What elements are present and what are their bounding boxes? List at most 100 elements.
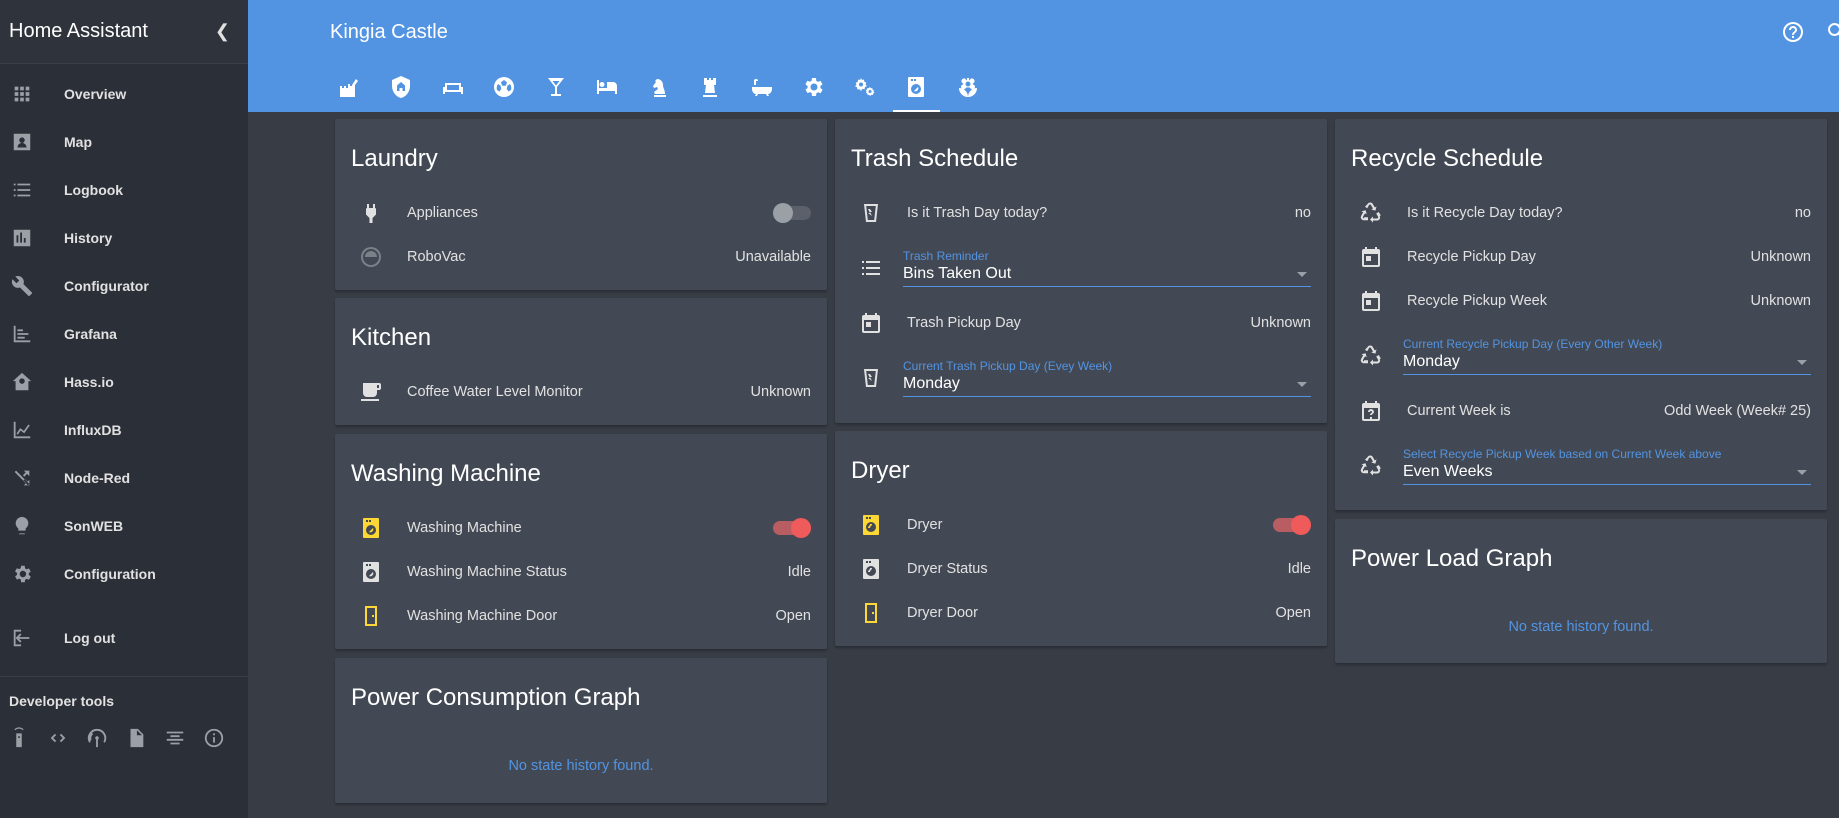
select-label: Current Recycle Pickup Day (Every Other …	[1403, 337, 1663, 351]
trash-reminder-select[interactable]: Trash Reminder Bins Taken Out	[903, 249, 1311, 287]
trash-current-day-select[interactable]: Current Trash Pickup Day (Evey Week) Mon…	[903, 359, 1311, 397]
chart-icon	[0, 419, 64, 441]
help-icon[interactable]	[1781, 20, 1805, 49]
entity-row-dryer-status[interactable]: Dryer Status Idle	[835, 547, 1327, 591]
dropdown-caret-icon[interactable]	[1797, 360, 1807, 365]
developer-tools-row	[0, 727, 248, 754]
sidebar-item-sonweb[interactable]: SonWEB	[0, 502, 248, 550]
dropdown-caret-icon[interactable]	[1797, 470, 1807, 475]
select-value: Monday	[1403, 353, 1460, 370]
entity-name: Current Week is	[1407, 403, 1511, 419]
sidebar-item-logout[interactable]: Log out	[0, 614, 248, 662]
recycle-current-day-select[interactable]: Current Recycle Pickup Day (Every Other …	[1403, 337, 1811, 375]
entity-state: Unknown	[1750, 249, 1811, 265]
recycle-week-select[interactable]: Select Recycle Pickup Week based on Curr…	[1403, 447, 1811, 485]
dryer-toggle[interactable]	[1273, 515, 1311, 535]
tab-garden[interactable]	[942, 66, 994, 112]
tab-bathroom[interactable]	[736, 66, 788, 112]
sidebar-item-label: Grafana	[64, 326, 117, 342]
tab-knight[interactable]	[633, 66, 685, 112]
entity-row-washing-door[interactable]: Washing Machine Door Open	[335, 594, 827, 638]
entity-row-washing-status[interactable]: Washing Machine Status Idle	[335, 550, 827, 594]
entity-row-robovac[interactable]: RoboVac Unavailable	[335, 235, 827, 279]
tab-living-room[interactable]	[427, 66, 479, 112]
sidebar-item-configurator[interactable]: Configurator	[0, 262, 248, 310]
dropdown-caret-icon[interactable]	[1297, 382, 1307, 387]
sidebar-item-logbook[interactable]: Logbook	[0, 166, 248, 214]
entity-name: Recycle Pickup Day	[1407, 249, 1536, 265]
sidebar-item-node-red[interactable]: Node-Red	[0, 454, 248, 502]
entity-row-recycle-pickup-day[interactable]: Recycle Pickup Day Unknown	[1335, 235, 1827, 279]
entity-name: Dryer Status	[907, 561, 988, 577]
template-icon[interactable]	[164, 727, 186, 754]
entity-state: no	[1794, 205, 1811, 221]
select-value: Even Weeks	[1403, 463, 1493, 480]
tab-laundry[interactable]	[891, 66, 943, 112]
entity-name: Washing Machine Door	[407, 608, 558, 624]
info-icon[interactable]	[203, 727, 225, 754]
gear-icon	[0, 563, 64, 585]
card-title: Washing Machine	[351, 460, 541, 487]
sidebar-item-label: Map	[64, 134, 92, 150]
remote-icon[interactable]	[8, 727, 30, 754]
entity-row-coffee[interactable]: Coffee Water Level Monitor Unknown	[335, 370, 827, 414]
entity-row-current-week[interactable]: Current Week is Odd Week (Week# 25)	[1335, 389, 1827, 433]
sidebar-item-history[interactable]: History	[0, 214, 248, 262]
entity-row-appliances[interactable]: Appliances	[335, 191, 827, 235]
tab-bedroom[interactable]	[582, 66, 634, 112]
tab-castle[interactable]	[324, 66, 376, 112]
entity-row-recycle-day[interactable]: Is it Recycle Day today? no	[1335, 191, 1827, 235]
tab-system[interactable]	[839, 66, 891, 112]
calendar-question-icon	[1351, 399, 1391, 423]
entity-row-washing-machine[interactable]: Washing Machine	[335, 506, 827, 550]
sidebar-item-overview[interactable]: Overview	[0, 70, 248, 118]
sidebar-item-map[interactable]: Map	[0, 118, 248, 166]
power-load-card: Power Load Graph No state history found.	[1335, 519, 1827, 663]
search-icon[interactable]	[1825, 20, 1839, 49]
washing-machine-card: Washing Machine Washing Machine Washing …	[335, 434, 827, 649]
entity-row-dryer[interactable]: Dryer	[835, 503, 1327, 547]
trash-reminder-select-row[interactable]: Trash Reminder Bins Taken Out	[835, 235, 1327, 301]
sidebar-item-influxdb[interactable]: InfluxDB	[0, 406, 248, 454]
trash-can-icon	[851, 201, 891, 225]
tab-games[interactable]	[479, 66, 531, 112]
entity-name: Is it Trash Day today?	[907, 205, 1048, 221]
sidebar-item-hassio[interactable]: Hass.io	[0, 358, 248, 406]
entity-state: Idle	[787, 564, 811, 580]
entity-name: Recycle Pickup Week	[1407, 293, 1547, 309]
tab-rook[interactable]	[685, 66, 737, 112]
tab-bar[interactable]	[530, 66, 582, 112]
collapse-sidebar-icon[interactable]: ❮	[215, 21, 230, 42]
entity-row-dryer-door[interactable]: Dryer Door Open	[835, 591, 1327, 635]
calendar-icon	[851, 311, 891, 335]
washing-machine-toggle[interactable]	[773, 518, 811, 538]
entity-row-trash-pickup-day[interactable]: Trash Pickup Day Unknown	[835, 301, 1327, 345]
card-title: Recycle Schedule	[1351, 145, 1544, 172]
dropdown-caret-icon[interactable]	[1297, 272, 1307, 277]
developer-tools-title: Developer tools	[9, 693, 115, 709]
sidebar-item-grafana[interactable]: Grafana	[0, 310, 248, 358]
card-title: Kitchen	[351, 324, 432, 351]
tumble-dryer-icon	[851, 513, 891, 537]
tab-security[interactable]	[376, 66, 428, 112]
trash-current-day-select-row[interactable]: Current Trash Pickup Day (Evey Week) Mon…	[835, 345, 1327, 411]
card-title: Power Load Graph	[1351, 545, 1553, 572]
recycle-current-day-select-row[interactable]: Current Recycle Pickup Day (Every Other …	[1335, 323, 1827, 389]
calendar-icon	[1351, 289, 1391, 313]
appliances-toggle[interactable]	[773, 203, 811, 223]
recycle-week-select-row[interactable]: Select Recycle Pickup Week based on Curr…	[1335, 433, 1827, 499]
recycle-schedule-card: Recycle Schedule Is it Recycle Day today…	[1335, 119, 1827, 510]
entity-row-recycle-pickup-week[interactable]: Recycle Pickup Week Unknown	[1335, 279, 1827, 323]
file-icon[interactable]	[125, 727, 147, 754]
tab-settings[interactable]	[788, 66, 840, 112]
code-icon[interactable]	[47, 727, 69, 754]
wrench-icon	[0, 275, 64, 297]
radio-tower-icon[interactable]	[86, 727, 108, 754]
sidebar-item-label: SonWEB	[64, 518, 124, 534]
entity-name: Trash Pickup Day	[907, 315, 1021, 331]
entity-row-trash-day[interactable]: Is it Trash Day today? no	[835, 191, 1327, 235]
sidebar-item-label: Logbook	[64, 182, 124, 198]
sidebar-item-configuration[interactable]: Configuration	[0, 550, 248, 598]
entity-state: Idle	[1287, 561, 1311, 577]
no-history-message: No state history found.	[508, 758, 654, 774]
